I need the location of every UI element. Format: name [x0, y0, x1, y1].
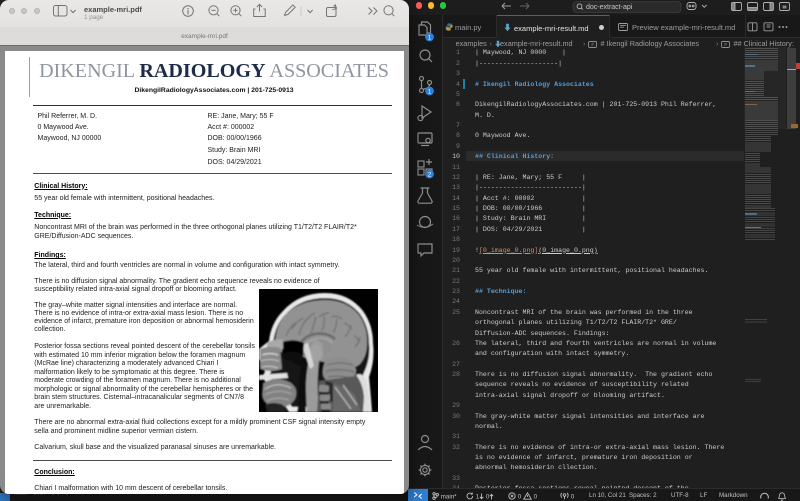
- svg-text:#: #: [591, 42, 594, 47]
- svg-text:doc-extract-api: doc-extract-api: [586, 4, 633, 11]
- svg-text:#: #: [724, 42, 727, 47]
